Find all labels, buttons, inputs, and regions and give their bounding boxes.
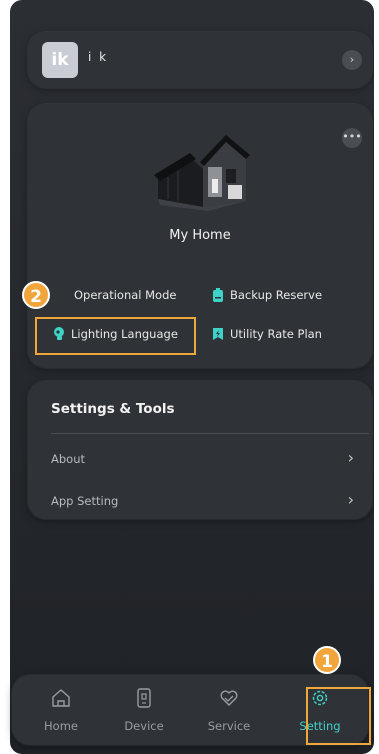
- battery-icon: [213, 288, 223, 302]
- device-icon: [137, 688, 151, 708]
- tab-home[interactable]: Home: [21, 675, 101, 745]
- operational-mode-label: Operational Mode: [74, 288, 177, 302]
- more-options-button[interactable]: •••: [342, 128, 362, 148]
- chevron-right-icon: ›: [347, 448, 354, 467]
- tab-device-label: Device: [124, 719, 164, 733]
- app-screen: ik i k › ••• My Home Operational Mode Ba…: [10, 0, 374, 754]
- tab-service[interactable]: Service: [189, 675, 269, 745]
- tab-service-label: Service: [207, 719, 251, 733]
- tab-device[interactable]: Device: [104, 675, 184, 745]
- utility-rate-plan-label: Utility Rate Plan: [230, 327, 322, 341]
- operational-mode-item[interactable]: Operational Mode: [74, 288, 176, 302]
- service-icon: [220, 690, 238, 706]
- tab-home-label: Home: [44, 719, 78, 733]
- bolt-bookmark-icon: [213, 328, 223, 340]
- app-setting-label: App Setting: [51, 494, 119, 508]
- about-label: About: [51, 452, 86, 466]
- app-setting-row[interactable]: App Setting ›: [28, 486, 372, 518]
- utility-rate-plan-item[interactable]: Utility Rate Plan: [212, 327, 322, 341]
- backup-reserve-item[interactable]: Backup Reserve: [212, 288, 322, 302]
- profile-arrow-button[interactable]: ›: [342, 50, 362, 70]
- backup-reserve-label: Backup Reserve: [230, 288, 323, 302]
- step-badge-1: 1: [313, 646, 341, 674]
- username: i k: [88, 50, 109, 64]
- house-image: [154, 135, 250, 211]
- about-row[interactable]: About ›: [28, 444, 372, 476]
- profile-card[interactable]: ik i k ›: [28, 32, 372, 88]
- divider: [51, 433, 369, 434]
- settings-tools-title: Settings & Tools: [51, 401, 175, 417]
- home-icon: [52, 689, 70, 707]
- lighting-language-highlight: [35, 317, 196, 355]
- setting-tab-highlight: [306, 687, 371, 745]
- settings-tools-card: Settings & Tools About › App Setting ›: [28, 381, 372, 519]
- avatar: ik: [42, 42, 78, 78]
- chevron-right-icon: ›: [347, 490, 354, 509]
- home-name: My Home: [169, 228, 231, 243]
- step-badge-2: 2: [22, 281, 50, 309]
